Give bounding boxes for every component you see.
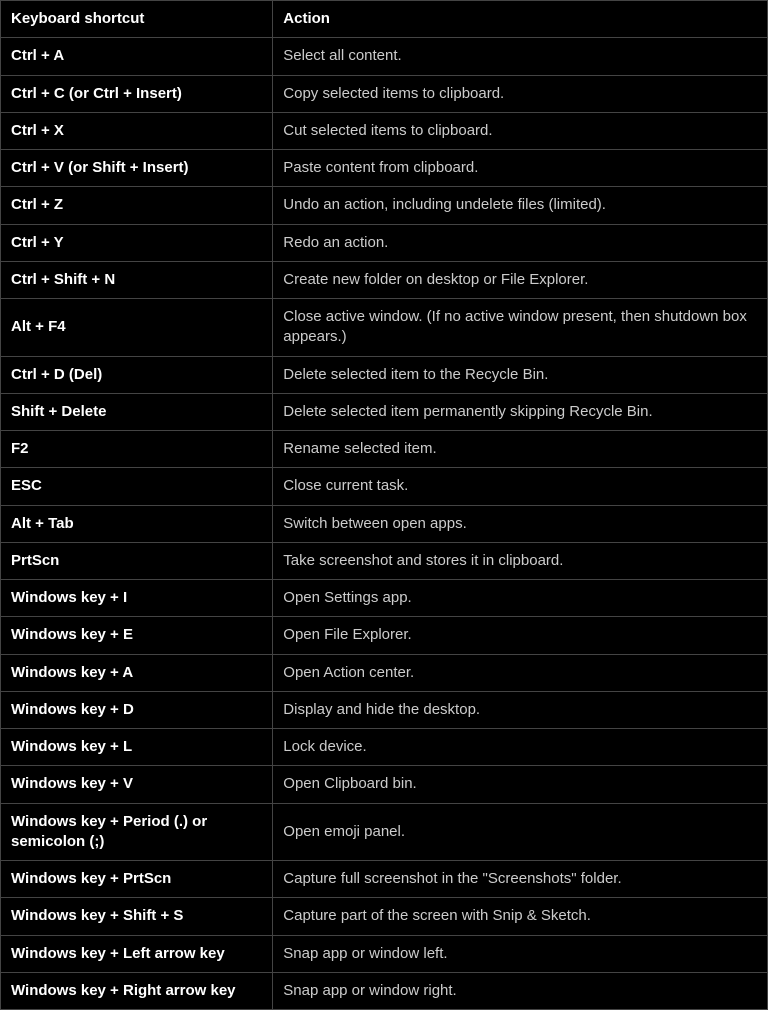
shortcut-cell: Ctrl + A [1,38,273,75]
shortcut-cell: Alt + F4 [1,299,273,357]
shortcut-cell: Windows key + Shift + S [1,898,273,935]
action-cell: Copy selected items to clipboard. [273,75,768,112]
shortcut-cell: Ctrl + Y [1,224,273,261]
shortcut-cell: Alt + Tab [1,505,273,542]
table-header-row: Keyboard shortcut Action [1,1,768,38]
shortcut-cell: Ctrl + C (or Ctrl + Insert) [1,75,273,112]
action-cell: Snap app or window left. [273,935,768,972]
action-cell: Redo an action. [273,224,768,261]
table-row: Ctrl + XCut selected items to clipboard. [1,112,768,149]
table-row: Windows key + PrtScnCapture full screens… [1,861,768,898]
table-row: Windows key + Period (.) or semicolon (;… [1,803,768,861]
shortcut-cell: Windows key + V [1,766,273,803]
table-row: Ctrl + ASelect all content. [1,38,768,75]
action-cell: Switch between open apps. [273,505,768,542]
shortcut-cell: Windows key + D [1,691,273,728]
table-row: Windows key + Right arrow keySnap app or… [1,972,768,1009]
shortcut-cell: PrtScn [1,542,273,579]
table-row: ESCClose current task. [1,468,768,505]
shortcut-cell: Windows key + Right arrow key [1,972,273,1009]
shortcut-cell: Windows key + I [1,580,273,617]
action-cell: Close current task. [273,468,768,505]
table-row: Shift + DeleteDelete selected item perma… [1,393,768,430]
table-row: Windows key + Shift + SCapture part of t… [1,898,768,935]
table-row: Windows key + VOpen Clipboard bin. [1,766,768,803]
table-row: Ctrl + YRedo an action. [1,224,768,261]
action-cell: Open File Explorer. [273,617,768,654]
shortcut-cell: Ctrl + X [1,112,273,149]
header-shortcut: Keyboard shortcut [1,1,273,38]
shortcut-cell: Windows key + E [1,617,273,654]
shortcut-cell: ESC [1,468,273,505]
table-row: Ctrl + D (Del)Delete selected item to th… [1,356,768,393]
action-cell: Take screenshot and stores it in clipboa… [273,542,768,579]
shortcut-cell: Ctrl + Shift + N [1,261,273,298]
table-row: Windows key + EOpen File Explorer. [1,617,768,654]
shortcut-cell: Windows key + A [1,654,273,691]
table-row: PrtScnTake screenshot and stores it in c… [1,542,768,579]
shortcut-cell: F2 [1,431,273,468]
table-row: Alt + F4Close active window. (If no acti… [1,299,768,357]
table-row: Windows key + AOpen Action center. [1,654,768,691]
shortcuts-table: Keyboard shortcut Action Ctrl + ASelect … [0,0,768,1010]
table-row: Windows key + Left arrow keySnap app or … [1,935,768,972]
action-cell: Rename selected item. [273,431,768,468]
action-cell: Open Action center. [273,654,768,691]
action-cell: Delete selected item to the Recycle Bin. [273,356,768,393]
table-row: Windows key + DDisplay and hide the desk… [1,691,768,728]
action-cell: Capture part of the screen with Snip & S… [273,898,768,935]
shortcut-cell: Ctrl + Z [1,187,273,224]
shortcut-cell: Windows key + L [1,729,273,766]
shortcut-cell: Windows key + Left arrow key [1,935,273,972]
table-row: Ctrl + ZUndo an action, including undele… [1,187,768,224]
table-row: Windows key + IOpen Settings app. [1,580,768,617]
shortcut-cell: Ctrl + V (or Shift + Insert) [1,150,273,187]
action-cell: Paste content from clipboard. [273,150,768,187]
action-cell: Close active window. (If no active windo… [273,299,768,357]
table-row: Ctrl + Shift + NCreate new folder on des… [1,261,768,298]
action-cell: Undo an action, including undelete files… [273,187,768,224]
action-cell: Open Settings app. [273,580,768,617]
shortcut-cell: Shift + Delete [1,393,273,430]
action-cell: Lock device. [273,729,768,766]
action-cell: Delete selected item permanently skippin… [273,393,768,430]
action-cell: Snap app or window right. [273,972,768,1009]
shortcut-cell: Windows key + PrtScn [1,861,273,898]
table-row: Ctrl + C (or Ctrl + Insert)Copy selected… [1,75,768,112]
action-cell: Open Clipboard bin. [273,766,768,803]
action-cell: Create new folder on desktop or File Exp… [273,261,768,298]
action-cell: Display and hide the desktop. [273,691,768,728]
action-cell: Capture full screenshot in the "Screensh… [273,861,768,898]
table-row: Alt + TabSwitch between open apps. [1,505,768,542]
header-action: Action [273,1,768,38]
shortcut-cell: Ctrl + D (Del) [1,356,273,393]
shortcut-cell: Windows key + Period (.) or semicolon (;… [1,803,273,861]
action-cell: Open emoji panel. [273,803,768,861]
action-cell: Select all content. [273,38,768,75]
action-cell: Cut selected items to clipboard. [273,112,768,149]
table-row: Windows key + LLock device. [1,729,768,766]
table-row: F2Rename selected item. [1,431,768,468]
table-row: Ctrl + V (or Shift + Insert)Paste conten… [1,150,768,187]
